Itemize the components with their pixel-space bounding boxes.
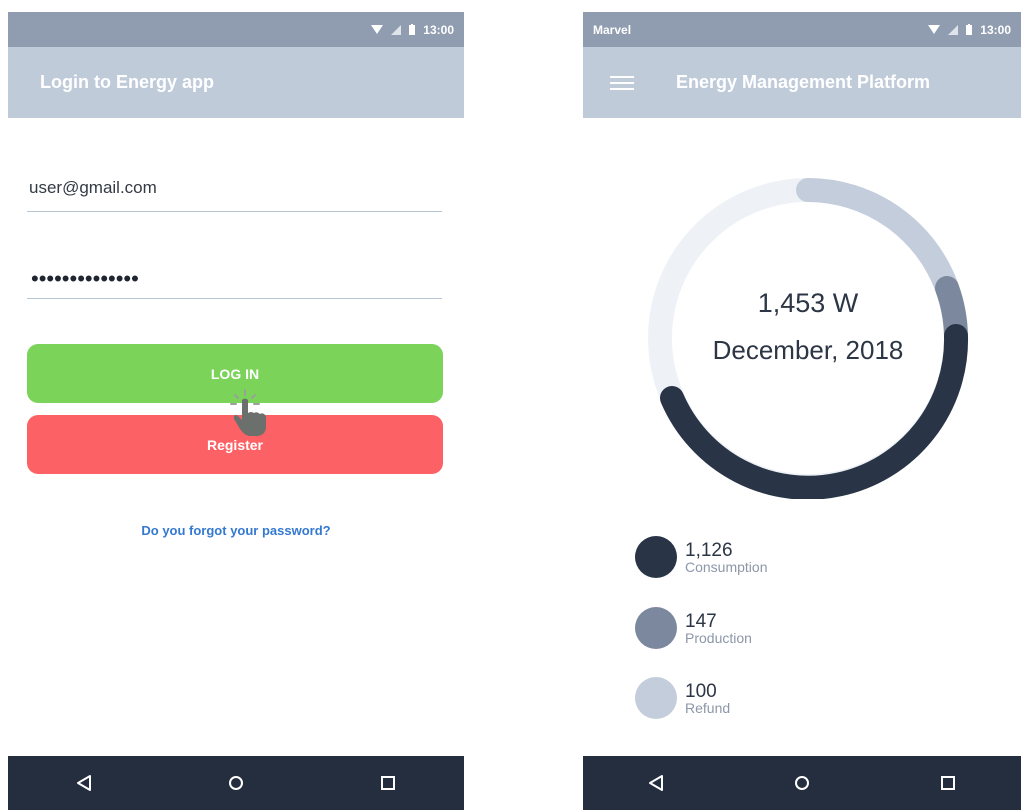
- hand-pointer-icon: [230, 389, 266, 436]
- status-time: 13:00: [423, 22, 454, 37]
- period-label: December, 2018: [712, 335, 904, 365]
- recents-square-icon: [941, 776, 955, 790]
- signal-icon: [391, 24, 402, 35]
- back-button[interactable]: [54, 756, 114, 810]
- legend-label: Refund: [685, 699, 731, 716]
- ring-center: 1,453 W December, 2018: [647, 177, 969, 499]
- app-bar: Login to Energy app: [8, 47, 464, 118]
- email-field[interactable]: [27, 172, 442, 198]
- home-circle-icon: [795, 776, 809, 790]
- legend-item-refund: 100 Refund: [635, 675, 730, 721]
- app-bar: Energy Management Platform: [583, 47, 1021, 118]
- status-bar: 13:00: [8, 12, 464, 47]
- battery-icon: [966, 24, 973, 35]
- battery-icon: [409, 24, 416, 35]
- legend-label: Production: [685, 629, 752, 646]
- legend-dot: [635, 677, 677, 719]
- register-button-label: Register: [206, 436, 264, 453]
- home-circle-icon: [229, 776, 243, 790]
- status-time: 13:00: [980, 22, 1011, 37]
- back-triangle-icon: [77, 775, 91, 791]
- total-watts: 1,453 W: [757, 288, 859, 318]
- legend-item-consumption: 1,126 Consumption: [635, 534, 768, 580]
- password-field[interactable]: ••••••••••••••: [27, 262, 442, 299]
- wifi-icon: [371, 24, 384, 34]
- page-title: Login to Energy app: [40, 72, 214, 92]
- wifi-icon: [928, 24, 941, 34]
- page-title: Energy Management Platform: [676, 72, 931, 92]
- home-button[interactable]: [772, 756, 832, 810]
- home-button[interactable]: [206, 756, 266, 810]
- recents-square-icon: [381, 776, 395, 790]
- email-field-wrapper: [27, 172, 442, 212]
- legend-value: 100: [685, 680, 717, 702]
- legend-label: Consumption: [685, 558, 768, 575]
- system-nav-bar: [8, 756, 464, 810]
- login-screen: 13:00 Login to Energy app ••••••••••••••…: [8, 12, 464, 810]
- recents-button[interactable]: [918, 756, 978, 810]
- dashboard-screen: Marvel 13:00 Energy Management Platform …: [583, 12, 1021, 810]
- legend-item-production: 147 Production: [635, 605, 752, 651]
- system-nav-bar: [583, 756, 1021, 810]
- signal-icon: [948, 24, 959, 35]
- legend-value: 147: [685, 610, 717, 632]
- forgot-password-link[interactable]: Do you forgot your password?: [8, 523, 464, 538]
- back-triangle-icon: [649, 775, 663, 791]
- legend-value: 1,126: [685, 539, 733, 561]
- hamburger-menu-icon[interactable]: [610, 72, 634, 94]
- legend-dot: [635, 536, 677, 578]
- legend-dot: [635, 607, 677, 649]
- status-carrier: Marvel: [593, 22, 632, 37]
- login-button-label: LOG IN: [210, 365, 260, 382]
- status-bar: Marvel 13:00: [583, 12, 1021, 47]
- recents-button[interactable]: [358, 756, 418, 810]
- back-button[interactable]: [626, 756, 686, 810]
- password-mask: ••••••••••••••: [31, 266, 139, 291]
